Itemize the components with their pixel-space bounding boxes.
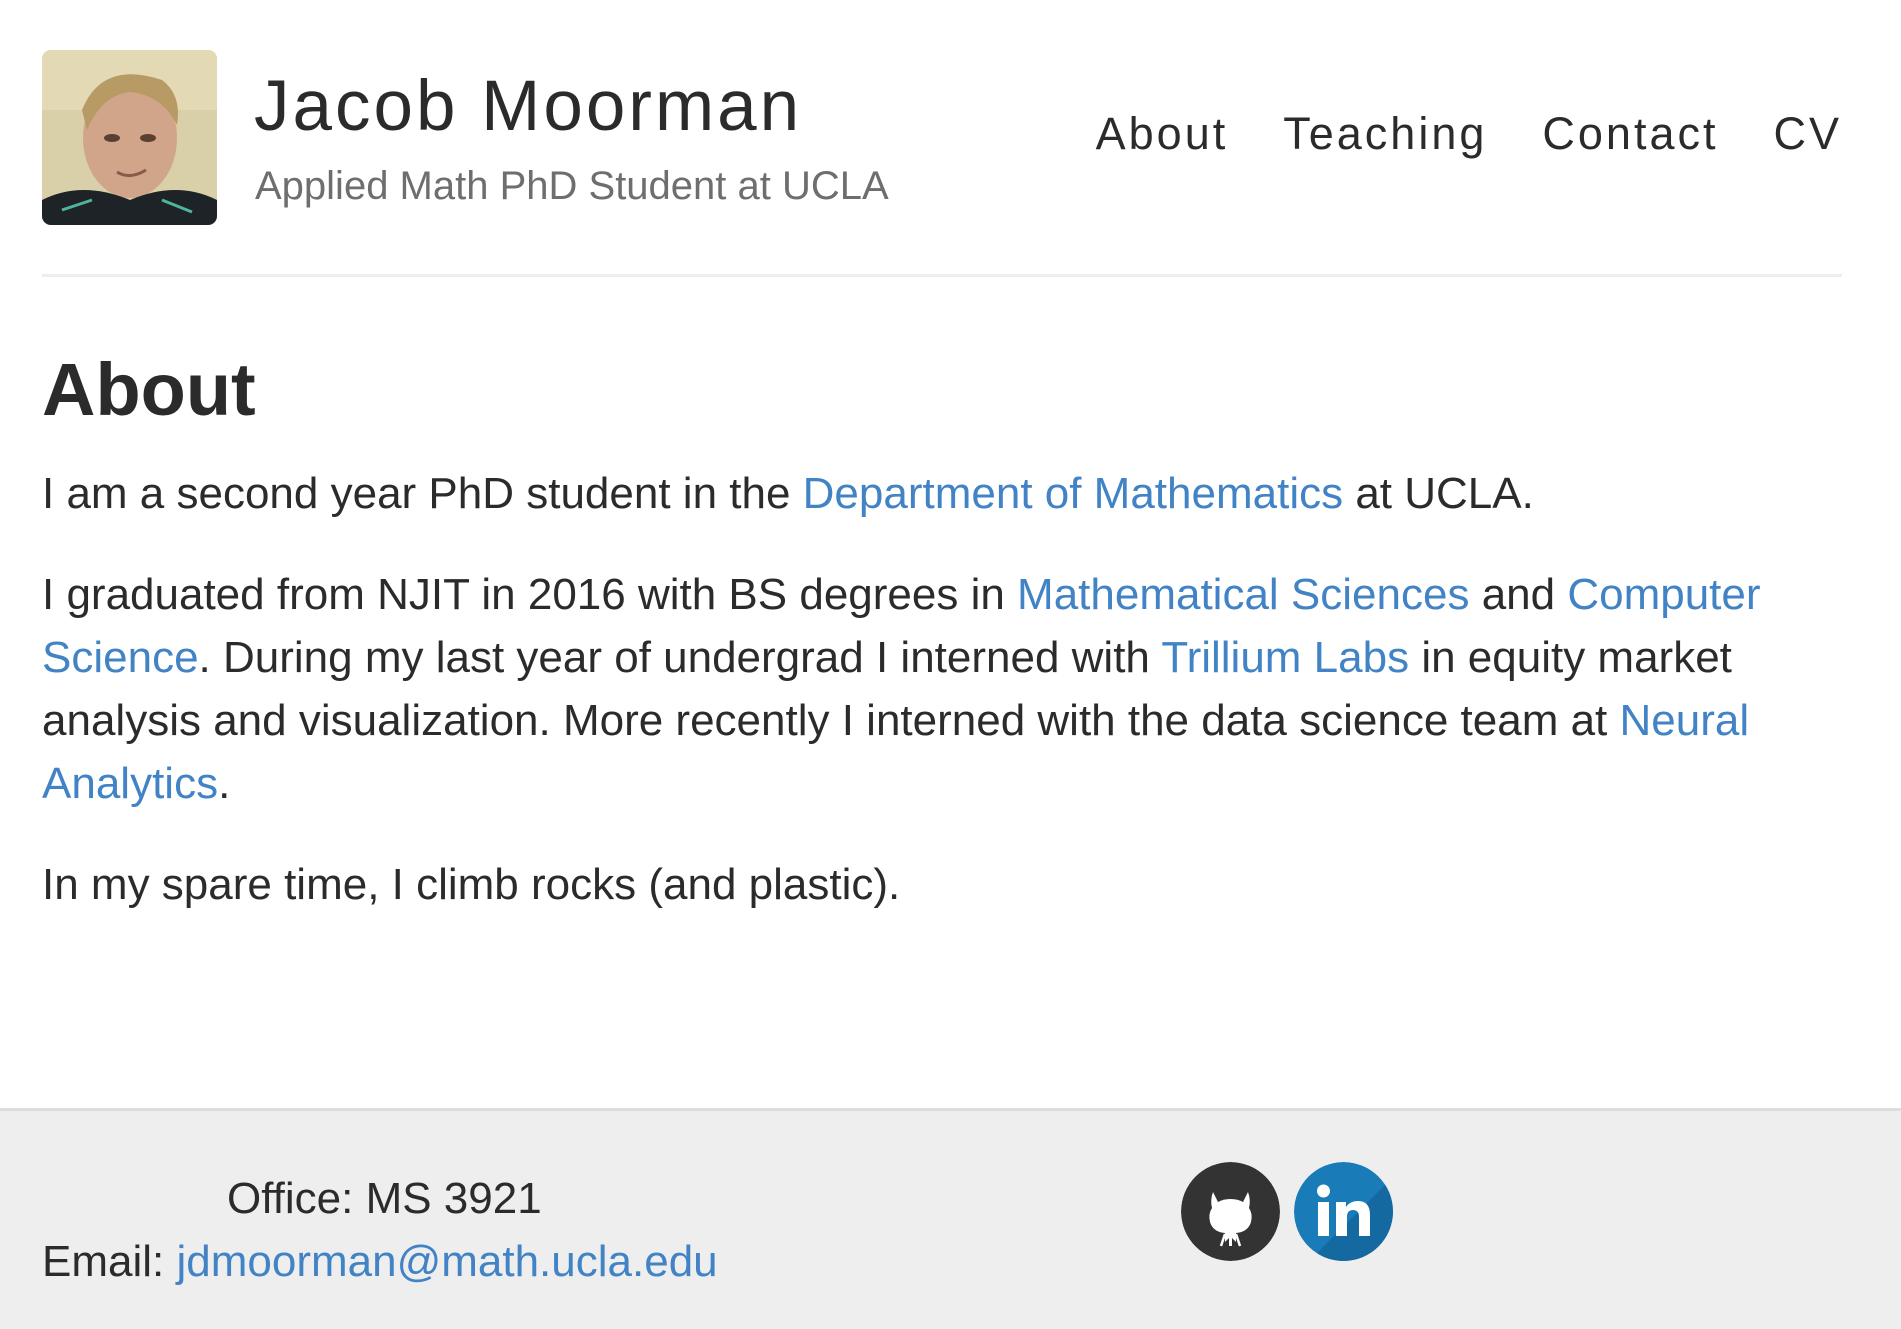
nav-cv[interactable]: CV (1773, 108, 1842, 160)
social-links (1181, 1162, 1407, 1261)
link-mathematical-sciences[interactable]: Mathematical Sciences (1017, 570, 1469, 619)
text: I graduated from NJIT in 2016 with BS de… (42, 570, 1018, 619)
github-icon (1181, 1162, 1280, 1261)
link-trillium-labs[interactable]: Trillium Labs (1161, 633, 1409, 682)
main-content: About I am a second year PhD student in … (42, 340, 1842, 916)
text: I am a second year PhD student in the (42, 469, 803, 518)
link-department-of-mathematics[interactable]: Department of Mathematics (803, 469, 1343, 518)
paragraph-intro: I am a second year PhD student in the De… (42, 462, 1842, 525)
linkedin-icon (1294, 1162, 1393, 1261)
text: . (218, 759, 231, 808)
text: at UCLA. (1343, 469, 1534, 518)
email-label: Email: (42, 1237, 177, 1286)
nav-contact[interactable]: Contact (1542, 108, 1718, 160)
site-subtitle: Applied Math PhD Student at UCLA (255, 164, 889, 208)
email-link[interactable]: jdmoorman@math.ucla.edu (176, 1237, 717, 1286)
site-title[interactable]: Jacob Moorman (254, 66, 802, 148)
page-heading: About (42, 348, 256, 431)
nav-about[interactable]: About (1096, 108, 1229, 160)
text: . During my last year of undergrad I int… (198, 633, 1162, 682)
paragraph-hobbies: In my spare time, I climb rocks (and pla… (42, 860, 901, 909)
footer: Office: MS 3921 Email: jdmoorman@math.uc… (0, 1108, 1901, 1329)
paragraph-background: I graduated from NJIT in 2016 with BS de… (42, 563, 1842, 815)
nav-teaching[interactable]: Teaching (1283, 108, 1487, 160)
main-nav: About Teaching Contact CV (1041, 108, 1842, 160)
email-line: Email: jdmoorman@math.ucla.edu (42, 1230, 718, 1293)
office-location: Office: MS 3921 (227, 1174, 542, 1223)
contact-info: Office: MS 3921 Email: jdmoorman@math.uc… (42, 1167, 718, 1293)
masthead: Jacob Moorman Applied Math PhD Student a… (42, 50, 1842, 225)
github-link[interactable] (1181, 1162, 1280, 1261)
header-divider (42, 274, 1842, 277)
profile-photo (42, 50, 217, 225)
text: and (1469, 570, 1568, 619)
avatar[interactable] (42, 50, 217, 225)
linkedin-link[interactable] (1294, 1162, 1393, 1261)
